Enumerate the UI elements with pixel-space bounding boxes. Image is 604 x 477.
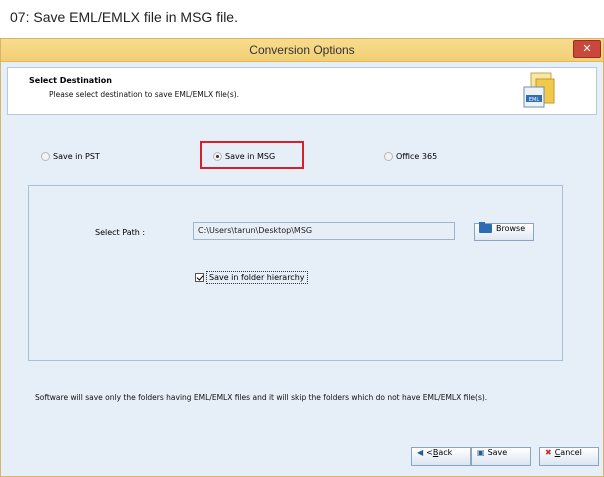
header-title: Select Destination: [29, 76, 112, 85]
back-button[interactable]: ◀ <Back: [411, 447, 471, 466]
select-path-label: Select Path :: [95, 228, 146, 237]
cancel-label-rest: ancel: [560, 448, 582, 457]
back-symbol: <: [426, 448, 433, 457]
back-arrow-icon: ◀: [417, 448, 424, 457]
folder-hierarchy-option[interactable]: Save in folder hierarchy: [195, 267, 308, 286]
browse-label: Browse: [496, 224, 526, 233]
option-save-in-pst[interactable]: Save in PST: [41, 146, 100, 165]
path-input[interactable]: C:\Users\tarun\Desktop\MSG: [193, 222, 455, 240]
option-office-365[interactable]: Office 365: [384, 146, 437, 165]
eml-file-icon: EML: [523, 72, 555, 108]
save-button[interactable]: ▣ Save: [471, 447, 531, 466]
pst-radio-label: Save in PST: [53, 152, 100, 161]
folder-open-icon: [479, 222, 492, 233]
pst-radio[interactable]: [41, 152, 50, 161]
cancel-button[interactable]: ✖ Cancel: [539, 447, 599, 466]
floppy-disk-icon: ▣: [477, 448, 485, 457]
close-button[interactable]: ✕: [573, 40, 601, 58]
back-label-rest: ack: [438, 448, 453, 457]
eml-icon-text: EML: [529, 97, 539, 103]
destination-header: Select Destination Please select destina…: [7, 67, 597, 115]
close-icon: ✕: [582, 42, 592, 55]
header-description: Please select destination to save EML/EM…: [49, 90, 240, 99]
save-label: Save: [487, 448, 508, 457]
conversion-options-dialog: Conversion Options ✕ Select Destination …: [0, 38, 604, 477]
info-note: Software will save only the folders havi…: [35, 393, 488, 402]
office365-radio-label: Office 365: [396, 152, 438, 161]
cancel-x-icon: ✖: [545, 448, 552, 457]
msg-highlight-box: [200, 141, 304, 169]
office365-radio[interactable]: [384, 152, 393, 161]
step-caption: 07: Save EML/EMLX file in MSG file.: [10, 9, 238, 25]
path-panel: Select Path : C:\Users\tarun\Desktop\MSG…: [28, 185, 563, 361]
title-bar[interactable]: Conversion Options ✕: [1, 39, 603, 62]
browse-button[interactable]: Browse: [474, 222, 534, 241]
folder-hierarchy-checkbox[interactable]: [195, 273, 204, 282]
window-title: Conversion Options: [249, 43, 355, 57]
folder-hierarchy-label: Save in folder hierarchy: [206, 271, 308, 284]
